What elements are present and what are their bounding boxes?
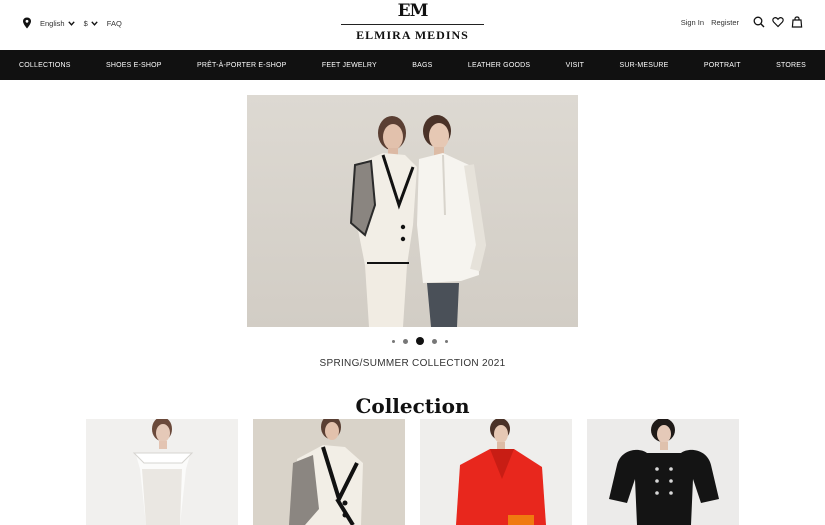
logo-wordmark: ELMIRA MEDINS [356,28,469,42]
currency-label: $ [83,18,88,28]
collection-image-white-gown [86,419,238,525]
top-bar-right: Sign In Register [681,16,803,28]
nav-item-visit[interactable]: VISIT [566,62,585,69]
nav-item-leather-goods[interactable]: LEATHER GOODS [468,62,530,69]
main-nav: COLLECTIONS SHOES E-SHOP PRÊT-À-PORTER E… [0,50,825,80]
collection-card-2[interactable] [253,419,405,525]
nav-item-pret-a-porter-eshop[interactable]: PRÊT-À-PORTER E-SHOP [197,62,286,69]
chevron-down-icon [67,20,75,26]
shopping-bag-icon[interactable] [791,16,803,28]
nav-item-collections[interactable]: COLLECTIONS [19,62,71,69]
language-label: English [40,18,65,28]
collection-card-1[interactable] [86,419,238,525]
heart-icon[interactable] [772,16,784,28]
nav-item-portrait[interactable]: PORTRAIT [704,62,741,69]
hero-slide-image[interactable] [247,95,578,327]
currency-selector[interactable]: $ [84,19,98,28]
collection-image-black-trim-jacket [253,419,405,525]
chevron-down-icon [91,20,98,26]
sign-in-link[interactable]: Sign In [681,18,704,27]
nav-item-stores[interactable]: STORES [776,62,806,69]
register-link[interactable]: Register [711,18,739,27]
search-icon[interactable] [753,16,765,28]
collection-card-3[interactable] [420,419,572,525]
collection-image-black-dress [587,419,739,525]
carousel-dot-1[interactable] [392,339,395,343]
top-bar: English $ FAQ EM ELMIRA MEDINS Sign In R… [0,0,825,50]
collection-title: Collection [355,394,470,418]
nav-item-sur-mesure[interactable]: SUR-MESURE [619,62,668,69]
collection-card-4[interactable] [587,419,739,525]
carousel-dots [388,337,452,345]
hero-caption[interactable]: SPRING/SUMMER COLLECTION 2021 [247,358,578,369]
carousel-dot-4[interactable] [432,338,437,344]
nav-item-shoes-eshop[interactable]: SHOES E-SHOP [106,62,162,69]
carousel-dot-5[interactable] [445,339,448,343]
logo-monogram: EM [397,1,429,21]
top-bar-left: English $ FAQ [22,17,131,29]
nav-item-feet-jewelry[interactable]: FEET JEWELRY [322,62,377,69]
faq-link[interactable]: FAQ [107,19,122,28]
collection-image-red-outfit [420,419,572,525]
language-selector[interactable]: English [40,19,75,28]
carousel-dot-2[interactable] [403,338,408,344]
carousel-dot-3-active[interactable] [416,337,424,345]
hero-illustration [349,115,487,327]
location-pin-icon[interactable] [22,17,32,29]
brand-logo[interactable]: EM ELMIRA MEDINS [340,2,485,43]
nav-item-bags[interactable]: BAGS [412,62,432,69]
collection-grid [86,419,739,525]
logo-divider [341,24,484,25]
